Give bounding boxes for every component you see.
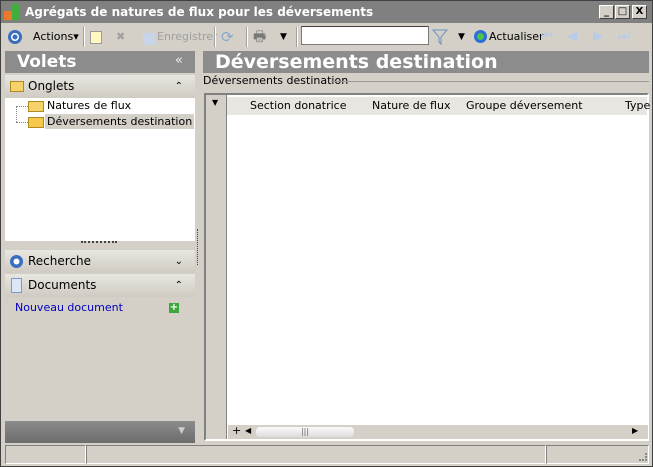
last-record-icon[interactable]: ⏭ — [618, 28, 630, 46]
search-input[interactable] — [301, 26, 429, 45]
minimize-button[interactable]: _ — [599, 5, 614, 19]
maximize-button[interactable]: □ — [615, 5, 630, 19]
document-icon — [11, 278, 22, 293]
separator — [246, 27, 248, 47]
folder-icon — [10, 81, 24, 92]
open-folder-icon — [28, 117, 44, 128]
scroll-left-icon[interactable]: ◀ — [245, 426, 251, 435]
group-label: Déversements destination — [203, 74, 349, 87]
window-title: Agrégats de natures de flux pour les dév… — [25, 5, 374, 19]
refresh-button[interactable]: Actualiser — [489, 28, 544, 46]
separator — [214, 27, 216, 47]
section-documents[interactable]: Documents ⌃ — [5, 274, 195, 297]
previous-record-icon[interactable]: ◀ — [567, 28, 577, 46]
section-onglets[interactable]: Onglets ⌃ — [5, 75, 195, 98]
section-recherche[interactable]: Recherche ⌄ — [5, 250, 195, 273]
tabs-tree: Natures de flux Déversements destination — [5, 98, 195, 241]
status-panel — [546, 445, 649, 464]
add-row-button[interactable]: + — [232, 424, 241, 437]
filter-icon[interactable] — [432, 29, 448, 45]
collapse-panel-button[interactable]: « — [175, 53, 183, 68]
chevron-down-icon[interactable]: ▼ — [178, 426, 185, 436]
page-title: Déversements destination — [203, 51, 649, 73]
new-document-link[interactable]: Nouveau document — [15, 301, 123, 314]
panel-footer: ▼ — [5, 421, 195, 443]
collapse-chevron-icon[interactable]: ⌃ — [175, 274, 183, 297]
app-logo-icon — [4, 4, 20, 20]
data-grid: ▼ Section donatrice Nature de flux Group… — [204, 93, 650, 441]
scroll-right-icon[interactable]: ▶ — [632, 426, 638, 435]
grid-menu-icon[interactable]: ▼ — [212, 98, 218, 107]
toolbar: Actions▾ ✖ Enregistrer ⟳ 🖶 ▼ ▼ Actualise… — [1, 24, 652, 49]
add-document-icon[interactable]: + — [169, 303, 179, 313]
save-button[interactable]: Enregistrer — [157, 28, 218, 46]
resize-grip-icon[interactable] — [639, 453, 647, 461]
row-selector-column — [206, 95, 227, 439]
next-record-icon[interactable]: ▶ — [593, 28, 603, 46]
splitter-handle[interactable] — [81, 241, 117, 247]
search-section-icon — [10, 255, 23, 268]
column-header[interactable]: Section donatrice — [250, 99, 347, 112]
refresh-icon — [474, 30, 487, 43]
filter-dropdown[interactable]: ▼ — [458, 28, 465, 46]
expand-chevron-icon[interactable]: ⌄ — [175, 250, 183, 273]
divider — [331, 81, 649, 82]
column-header[interactable]: Nature de flux — [372, 99, 450, 112]
new-icon[interactable] — [90, 31, 102, 44]
tree-item-deversements-destination[interactable]: Déversements destination — [45, 114, 195, 129]
volets-header: Volets — [5, 51, 195, 73]
collapse-chevron-icon[interactable]: ⌃ — [175, 75, 183, 98]
print-dropdown[interactable]: ▼ — [280, 28, 287, 46]
sync-icon[interactable]: ⟳ — [221, 28, 234, 46]
status-bar — [5, 445, 649, 464]
vertical-splitter[interactable] — [197, 229, 198, 265]
first-record-icon[interactable]: ⏮ — [541, 28, 553, 46]
folder-icon — [28, 101, 44, 112]
horizontal-scrollbar[interactable]: + ◀ ||| ▶ — [228, 424, 648, 439]
delete-icon[interactable]: ✖ — [116, 28, 125, 46]
title-bar: Agrégats de natures de flux pour les dév… — [1, 1, 652, 23]
status-panel — [5, 445, 86, 464]
separator — [83, 27, 85, 47]
print-icon[interactable]: 🖶 — [253, 28, 266, 46]
column-header[interactable]: Groupe déversement — [466, 99, 583, 112]
scrollbar-thumb[interactable]: ||| — [256, 427, 354, 437]
save-icon — [143, 33, 155, 45]
separator — [296, 27, 298, 47]
grid-header: Section donatrice Nature de flux Groupe … — [227, 97, 650, 115]
actions-menu[interactable]: Actions▾ — [33, 28, 79, 46]
close-button[interactable]: X — [632, 5, 647, 19]
status-panel — [86, 445, 546, 464]
column-header[interactable]: Type — [625, 99, 650, 112]
actions-icon — [8, 30, 22, 44]
tree-item-natures-de-flux[interactable]: Natures de flux — [47, 99, 131, 112]
